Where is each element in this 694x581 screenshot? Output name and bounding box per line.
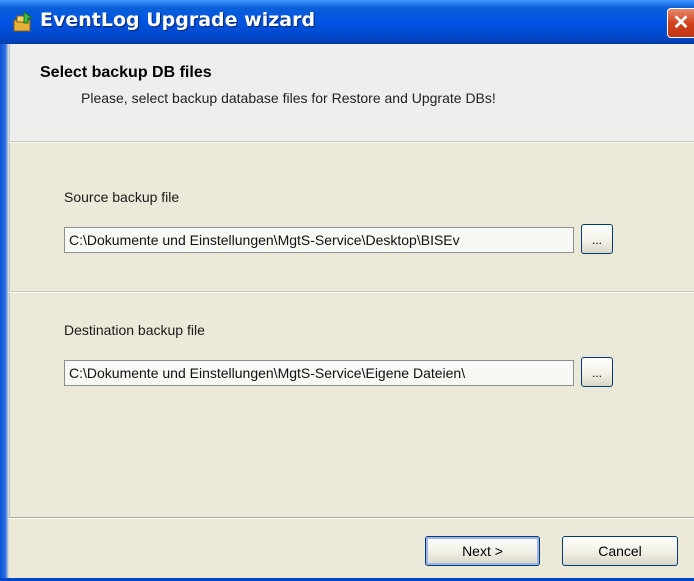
- source-backup-path-field[interactable]: C:\Dokumente und Einstellungen\MgtS-Serv…: [64, 227, 574, 253]
- cancel-button[interactable]: Cancel: [562, 536, 678, 566]
- window-frame-left: [0, 44, 9, 581]
- close-button[interactable]: ✕: [667, 8, 694, 38]
- footer-divider-highlight: [9, 518, 694, 519]
- destination-backup-label: Destination backup file: [64, 322, 205, 338]
- source-backup-label: Source backup file: [64, 189, 180, 205]
- destination-browse-button[interactable]: ...: [581, 357, 613, 387]
- page-title: Select backup DB files: [40, 64, 212, 81]
- source-browse-button[interactable]: ...: [581, 224, 613, 254]
- window-title: EventLog Upgrade wizard: [40, 9, 316, 31]
- destination-backup-path-field[interactable]: C:\Dokumente und Einstellungen\MgtS-Serv…: [64, 360, 574, 386]
- title-bar[interactable]: EventLog Upgrade wizard ✕: [0, 0, 694, 44]
- wizard-app-icon: [10, 10, 36, 34]
- section-divider-highlight: [9, 292, 694, 293]
- wizard-header: Select backup DB files Please, select ba…: [9, 44, 694, 141]
- next-button[interactable]: Next >: [425, 536, 540, 566]
- wizard-window: EventLog Upgrade wizard ✕ Select backup …: [0, 0, 694, 581]
- page-description: Please, select backup database files for…: [81, 90, 496, 106]
